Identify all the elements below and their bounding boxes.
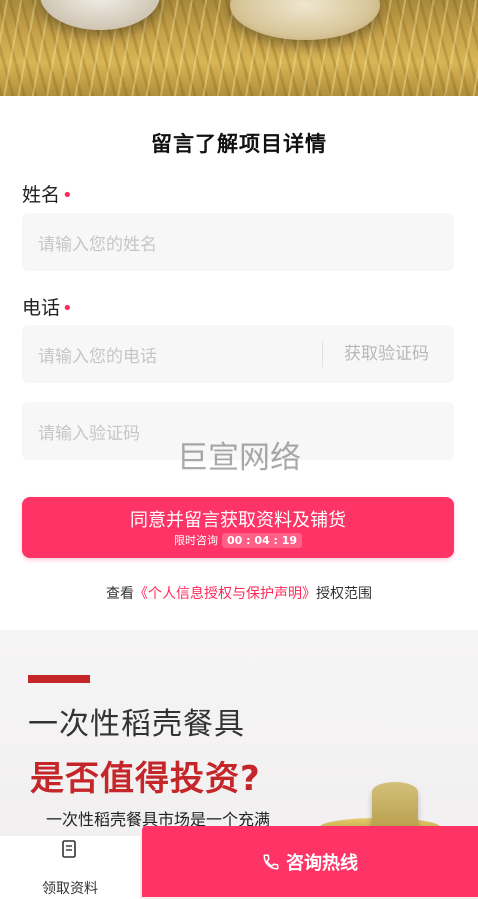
banner-bowl-graphic (230, 0, 380, 40)
privacy-agreement: 查看《个人信息授权与保护声明》授权范围 (0, 583, 478, 603)
hotline-button[interactable]: 咨询热线 (142, 826, 478, 897)
get-code-button[interactable]: 获取验证码 (344, 325, 429, 383)
phone-label: 电话 • (22, 293, 73, 320)
article-heading: 一次性稻壳餐具 (28, 707, 245, 742)
required-mark: • (62, 185, 73, 206)
bottom-action-bar: 领取资料 咨询热线 (0, 826, 478, 899)
name-label: 姓名 • (22, 180, 73, 207)
countdown-label: 限时咨询 (173, 534, 218, 547)
phone-input[interactable]: 请输入您的电话 获取验证码 (22, 325, 454, 383)
top-banner-image (0, 0, 478, 96)
banner-bowl-graphic (40, 0, 160, 30)
phone-icon (263, 854, 279, 870)
get-materials-label: 领取资料 (42, 881, 98, 897)
submit-button-label: 同意并留言获取资料及铺货 (130, 510, 346, 531)
name-label-text: 姓名 (22, 184, 61, 206)
phone-label-text: 电话 (22, 297, 61, 319)
heading-accent-bar (28, 675, 90, 683)
input-divider (322, 341, 323, 367)
name-input-placeholder: 请输入您的姓名 (38, 234, 157, 255)
phone-input-placeholder: 请输入您的电话 (38, 346, 157, 367)
hotline-label: 咨询热线 (286, 852, 358, 874)
document-icon (62, 840, 76, 858)
name-input[interactable]: 请输入您的姓名 (22, 213, 454, 271)
countdown-row: 限时咨询 00 : 04 : 19 (22, 532, 454, 548)
privacy-policy-link[interactable]: 《个人信息授权与保护声明》 (134, 586, 316, 602)
product-cup-image (372, 782, 418, 832)
required-mark: • (62, 298, 73, 319)
form-title: 留言了解项目详情 (151, 132, 327, 156)
countdown-timer: 00 : 04 : 19 (221, 533, 303, 548)
agree-prefix: 查看 (106, 586, 134, 602)
agree-suffix: 授权范围 (316, 586, 372, 602)
article-subheading: 是否值得投资? (30, 759, 261, 799)
submit-button[interactable]: 同意并留言获取资料及铺货 限时咨询 00 : 04 : 19 (22, 497, 454, 558)
watermark-text: 巨宣网络 (177, 440, 301, 476)
get-materials-button[interactable]: 领取资料 (0, 836, 140, 899)
